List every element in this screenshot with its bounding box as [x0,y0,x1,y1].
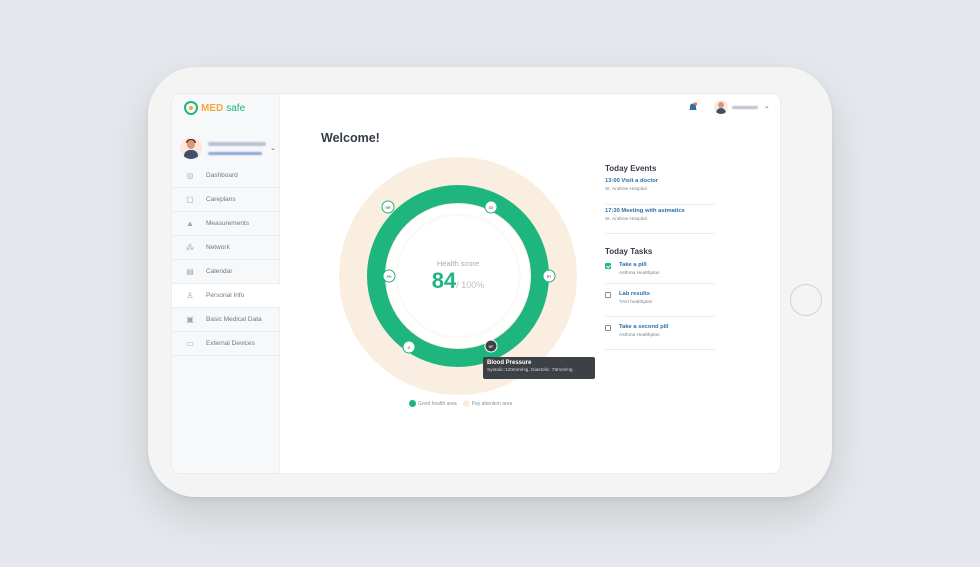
top-avatar[interactable] [714,100,728,114]
home-button[interactable] [790,284,822,316]
sidebar-item-measurements[interactable]: ▲ Measurements [172,212,280,236]
sidebar-item-label: Basic Medical Data [206,316,262,323]
user-name-blurred [208,141,268,155]
sidebar-item-label: Dashboard [206,172,238,179]
task-title: Take a pill [619,262,647,268]
event-title: 13:00 Visit a doctor [605,178,659,184]
tooltip-title: Blood Pressure [487,360,532,366]
logo-med: MED [201,102,224,114]
marker-ph[interactable]: PH [382,269,396,283]
dashboard-icon: ◎ [186,170,194,180]
task-checkbox[interactable] [605,292,611,298]
user-profile[interactable]: ⌄ [180,134,276,162]
svg-text:O2: O2 [489,206,494,210]
sidebar-item-external-devices[interactable]: ▭ External Devices [172,332,280,356]
sidebar-item-basic-medical-data[interactable]: ▣ Basic Medical Data [172,308,280,332]
person-icon: ♙ [186,290,194,300]
sidebar-item-label: Personal Info [206,292,245,299]
sidebar-item-label: External Devices [206,340,255,347]
task-title: Take a second pill [619,324,669,330]
sidebar-item-label: Network [206,244,230,251]
task-subtitle: Asthma Healthplan [619,333,660,338]
tooltip-body: Systolic:120mm/Hg, Diastolic: 79mm/Hg [487,368,573,373]
marker-rt[interactable]: RT [542,269,556,283]
event-subtitle: St. Andrew Hospital [605,187,647,192]
logo[interactable]: MED safe [184,101,245,115]
calendar-icon: ▤ [186,266,194,276]
task-checkbox[interactable] [605,325,611,331]
sidebar-item-calendar[interactable]: ▤ Calendar [172,260,280,284]
network-icon: ⁂ [186,242,194,252]
sidebar: MED safe ⌄ ◎ Dashboard ▢ Careplans ▲ Measure… [172,94,280,473]
chart-legend: Good health area Pay attention area [409,400,512,407]
legend-good: Good health area [409,400,457,407]
event-item[interactable]: 13:00 Visit a doctor St. Andrew Hospital [605,178,715,205]
event-item[interactable]: 17:30 Meeting with astmatics St. Andrew … [605,208,715,234]
task-subtitle: TAVI healthplan [619,300,653,305]
svg-text:HR: HR [385,206,391,210]
marker-hr[interactable]: HR [381,200,395,214]
flask-icon: ▲ [186,218,194,228]
task-checkbox[interactable] [605,263,611,269]
svg-text:G: G [408,346,411,350]
app-screen: MED safe ⌄ ◎ Dashboard ▢ Careplans ▲ Measure… [172,94,780,473]
task-title: Lab results [619,291,650,297]
task-subtitle: Asthma Healthplan [619,271,660,276]
sidebar-item-label: Calendar [206,268,233,275]
health-score-value: 84/ 100% [422,268,494,294]
marker-g[interactable]: G [402,340,416,354]
page-title: Welcome! [321,131,380,145]
logo-safe: safe [226,102,246,114]
top-user-name-blurred [732,106,758,109]
health-score-number: 84 [431,268,457,293]
task-item[interactable]: Take a pill Asthma Healthplan [605,262,715,284]
sidebar-nav: ◎ Dashboard ▢ Careplans ▲ Measurements ⁂ Net… [172,164,280,356]
chevron-down-icon[interactable]: ⌄ [764,102,770,110]
document-icon: ▢ [186,194,194,204]
sidebar-item-label: Careplans [206,196,236,203]
sidebar-item-personal-info[interactable]: ♙ Personal Info [172,284,280,308]
sidebar-item-careplans[interactable]: ▢ Careplans [172,188,280,212]
task-item[interactable]: Take a second pill Asthma Healthplan [605,324,715,350]
task-item[interactable]: Lab results TAVI healthplan [605,291,715,317]
blood-pressure-tooltip: Blood Pressure Systolic:120mm/Hg, Diasto… [483,357,595,379]
legend-attention: Pay attention area [462,400,512,407]
svg-text:BP: BP [489,345,494,349]
clipboard-icon: ▣ [186,314,194,324]
shield-logo-icon [184,101,198,115]
health-score-label: Health score [436,259,480,268]
bell-icon[interactable] [688,102,698,112]
marker-bp[interactable]: BP [484,339,498,353]
health-score-max: / 100% [456,280,485,290]
devices-icon: ▭ [186,338,194,348]
tasks-title: Today Tasks [605,247,653,256]
chevron-down-icon[interactable]: ⌄ [270,144,276,152]
avatar [180,137,202,159]
sidebar-item-network[interactable]: ⁂ Network [172,236,280,260]
marker-o2[interactable]: O2 [484,200,498,214]
sidebar-item-dashboard[interactable]: ◎ Dashboard [172,164,280,188]
events-title: Today Events [605,164,657,173]
event-title: 17:30 Meeting with astmatics [605,208,685,214]
svg-text:PH: PH [387,275,392,279]
sidebar-item-label: Measurements [206,220,249,227]
event-subtitle: St. Andrew Hospital [605,217,647,222]
